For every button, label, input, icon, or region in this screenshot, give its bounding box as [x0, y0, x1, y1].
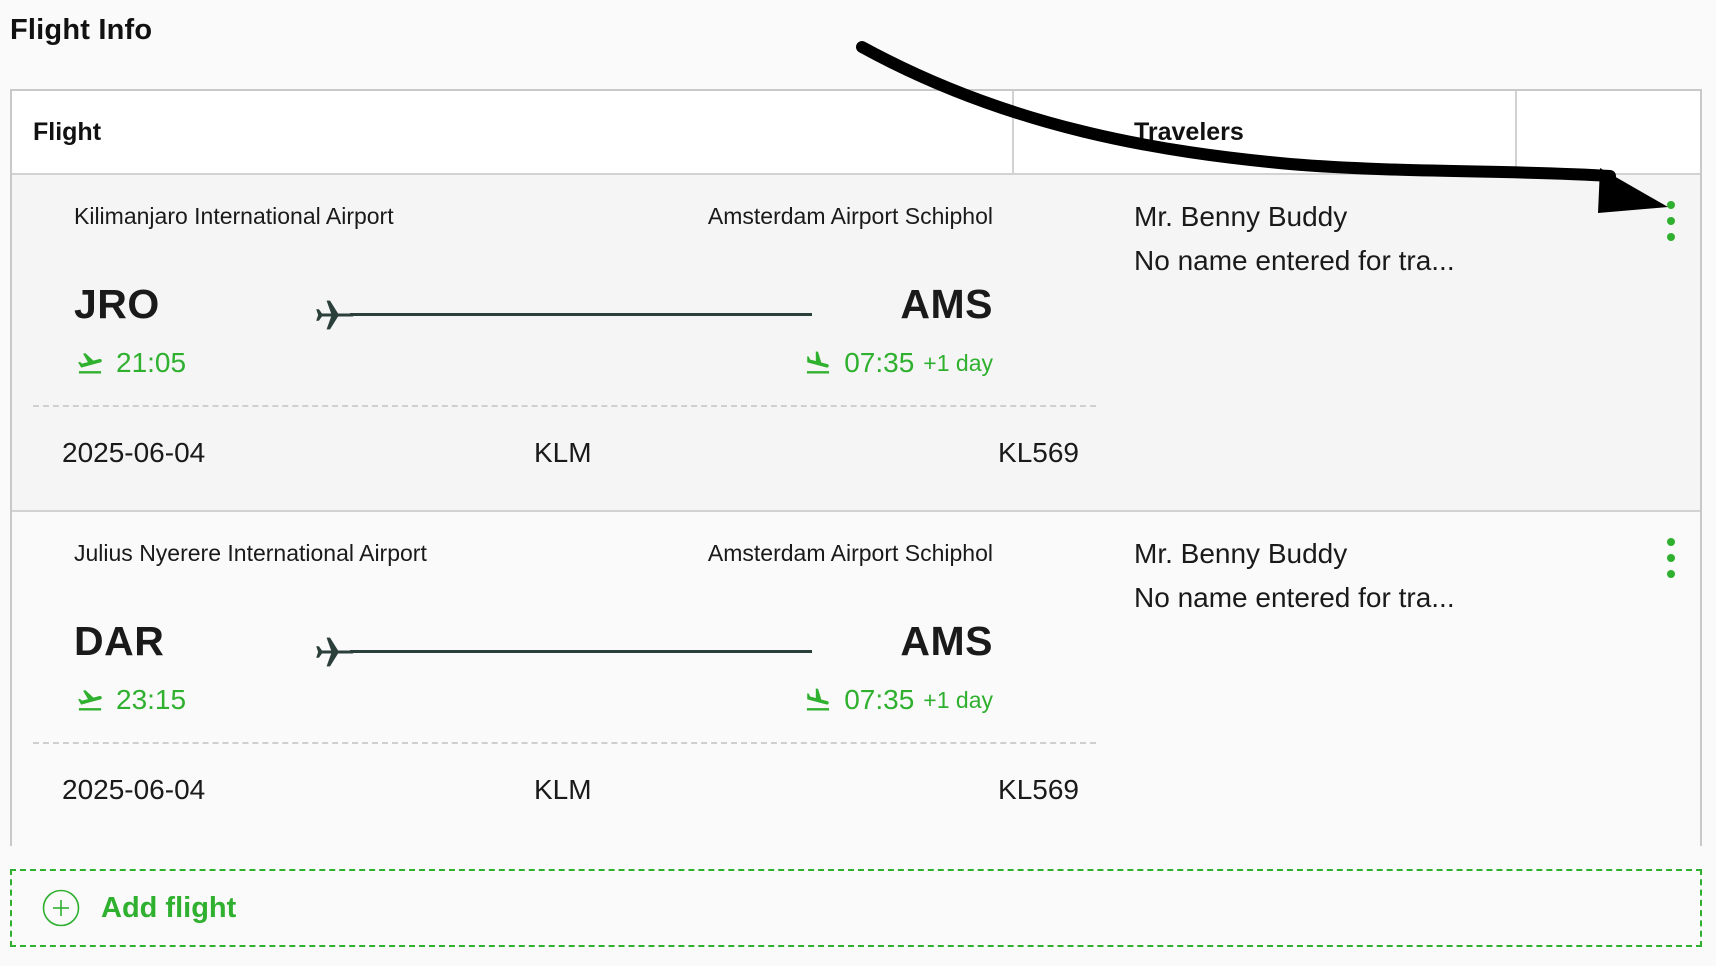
kebab-menu-icon-dot — [1667, 217, 1675, 225]
kebab-menu-icon — [1667, 201, 1675, 209]
landing-icon — [807, 688, 830, 711]
arrival-time: 07:35 +1 day — [804, 347, 993, 379]
takeoff-icon — [78, 690, 102, 711]
arrival-time-value: 07:35 — [844, 347, 915, 378]
departure-airport-name: Julius Nyerere International Airport — [74, 540, 427, 566]
route-line — [350, 313, 812, 316]
divider — [33, 405, 1096, 407]
column-header-travelers: Travelers — [1134, 118, 1244, 146]
traveler-name: No name entered for tra... — [1134, 582, 1455, 613]
departure-airport-name: Kilimanjaro International Airport — [74, 203, 394, 229]
departure-time: 21:05 — [76, 347, 186, 379]
kebab-menu-icon-dot — [1667, 570, 1675, 578]
departure-airport-code: DAR — [74, 618, 165, 664]
airline-name: KLM — [534, 437, 592, 468]
add-flight-label: Add flight — [101, 891, 237, 924]
table-row: Kilimanjaro International Airport Amster… — [12, 175, 1700, 512]
departure-time: 23:15 — [76, 684, 186, 716]
add-flight-button[interactable]: Add flight — [10, 869, 1702, 947]
traveler-name: Mr. Benny Buddy — [1134, 201, 1348, 232]
row-menu-button[interactable] — [1654, 199, 1688, 243]
row-menu-button[interactable] — [1654, 536, 1688, 580]
table-header: Flight Travelers — [12, 91, 1700, 175]
departure-time-value: 23:15 — [116, 684, 187, 715]
table-row: Julius Nyerere International Airport Ams… — [12, 512, 1700, 847]
flight-number: KL569 — [998, 774, 1079, 805]
arrival-airport-code: AMS — [900, 281, 993, 327]
divider — [33, 742, 1096, 744]
section-title: Flight Info — [10, 14, 153, 46]
traveler-name: No name entered for tra... — [1134, 245, 1455, 276]
takeoff-icon — [78, 353, 102, 374]
landing-icon — [807, 351, 830, 374]
kebab-menu-icon — [1667, 538, 1675, 546]
plus-circle-icon — [42, 889, 80, 927]
airline-name: KLM — [534, 774, 592, 805]
flight-number: KL569 — [998, 437, 1079, 468]
kebab-menu-icon-dot — [1667, 233, 1675, 241]
route-line — [350, 650, 812, 653]
day-offset-label: +1 day — [923, 349, 993, 376]
departure-airport-code: JRO — [74, 281, 160, 327]
departure-time-value: 21:05 — [116, 347, 187, 378]
arrival-time-value: 07:35 — [844, 684, 915, 715]
arrival-time: 07:35 +1 day — [804, 684, 993, 716]
column-header-flight: Flight — [33, 118, 102, 146]
arrival-airport-code: AMS — [900, 618, 993, 664]
day-offset-label: +1 day — [923, 686, 993, 713]
kebab-menu-icon-dot — [1667, 554, 1675, 562]
arrival-airport-name: Amsterdam Airport Schiphol — [707, 540, 993, 566]
arrival-airport-name: Amsterdam Airport Schiphol — [707, 203, 993, 229]
traveler-name: Mr. Benny Buddy — [1134, 538, 1348, 569]
flight-date: 2025-06-04 — [62, 437, 206, 468]
flights-table: Flight Travelers Kilimanjaro Internation… — [10, 89, 1702, 847]
flight-date: 2025-06-04 — [62, 774, 206, 805]
